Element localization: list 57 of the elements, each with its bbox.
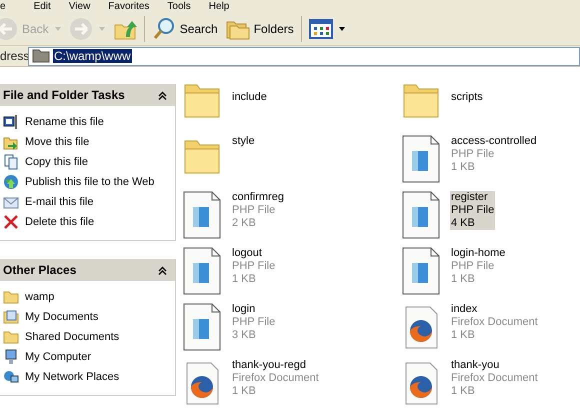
- task-link[interactable]: Publish this file to the Web: [25, 176, 154, 188]
- menu-item[interactable]: Tools: [158, 0, 200, 12]
- task-link[interactable]: Move this file: [25, 136, 90, 148]
- folder-icon: [3, 329, 19, 345]
- caret-icon: [98, 27, 105, 31]
- task-link[interactable]: My Network Places: [25, 371, 120, 383]
- file-label[interactable]: login-home PHP File 1 KB: [450, 247, 506, 286]
- folder-icon: [3, 289, 19, 305]
- php-file-icon: [402, 191, 440, 239]
- php-file-icon: [183, 247, 221, 295]
- file-label[interactable]: confirmreg PHP File 2 KB: [231, 191, 285, 230]
- menu-item[interactable]: Favorites: [99, 0, 158, 12]
- php-file-icon: [183, 191, 221, 239]
- menu-item[interactable]: View: [60, 0, 100, 12]
- delete-icon: [3, 214, 19, 230]
- file-label[interactable]: logout PHP File 1 KB: [231, 247, 276, 286]
- documents-icon: [3, 309, 19, 325]
- task-link[interactable]: Copy this file: [25, 156, 88, 168]
- task-link[interactable]: Rename this file: [25, 116, 104, 128]
- task-link[interactable]: E-mail this file: [25, 196, 94, 208]
- network-icon: [3, 369, 19, 385]
- file-label[interactable]: style: [231, 135, 256, 148]
- rename-icon: [3, 114, 19, 130]
- caret-icon: [338, 27, 345, 31]
- folder-icon: [32, 49, 50, 63]
- file-label[interactable]: thank-you Firefox Document 1 KB: [450, 359, 539, 398]
- task-link[interactable]: Delete this file: [25, 216, 94, 228]
- php-file-icon: [402, 247, 440, 295]
- copy-icon: [3, 154, 19, 170]
- file-label[interactable]: login PHP File 3 KB: [231, 303, 276, 342]
- php-file-icon: [183, 303, 221, 351]
- computer-icon: [3, 349, 19, 365]
- address-label: dress: [0, 49, 28, 63]
- panel-header[interactable]: Other Places: [0, 259, 175, 281]
- back-arrow-icon: [0, 17, 18, 41]
- panel-header[interactable]: File and Folder Tasks: [0, 84, 175, 106]
- search-button[interactable]: Search: [148, 13, 222, 45]
- search-icon: [152, 17, 176, 41]
- folders-button[interactable]: Folders: [222, 13, 298, 45]
- address-field[interactable]: C:\wamp\www: [28, 46, 580, 66]
- task-link[interactable]: Shared Documents: [25, 331, 120, 343]
- task-link[interactable]: My Documents: [25, 311, 98, 323]
- publish-icon: [3, 174, 19, 190]
- file-label[interactable]: thank-you-regd Firefox Document 1 KB: [231, 359, 320, 398]
- menu-item[interactable]: Help: [200, 0, 238, 12]
- file-label[interactable]: scripts: [450, 79, 484, 104]
- menu-item[interactable]: e: [0, 0, 15, 12]
- menu-item[interactable]: Edit: [24, 0, 60, 12]
- task-link[interactable]: My Computer: [25, 351, 92, 363]
- php-file-icon: [402, 135, 440, 183]
- file-label[interactable]: index Firefox Document 1 KB: [450, 303, 539, 342]
- file-label[interactable]: include: [231, 79, 268, 104]
- file-label[interactable]: access-controlled PHP File 1 KB: [450, 135, 538, 174]
- views-icon: [308, 19, 333, 39]
- task-link[interactable]: wamp: [25, 291, 54, 303]
- file-label[interactable]: register PHP File 4 KB: [450, 191, 496, 230]
- caret-icon: [54, 27, 61, 31]
